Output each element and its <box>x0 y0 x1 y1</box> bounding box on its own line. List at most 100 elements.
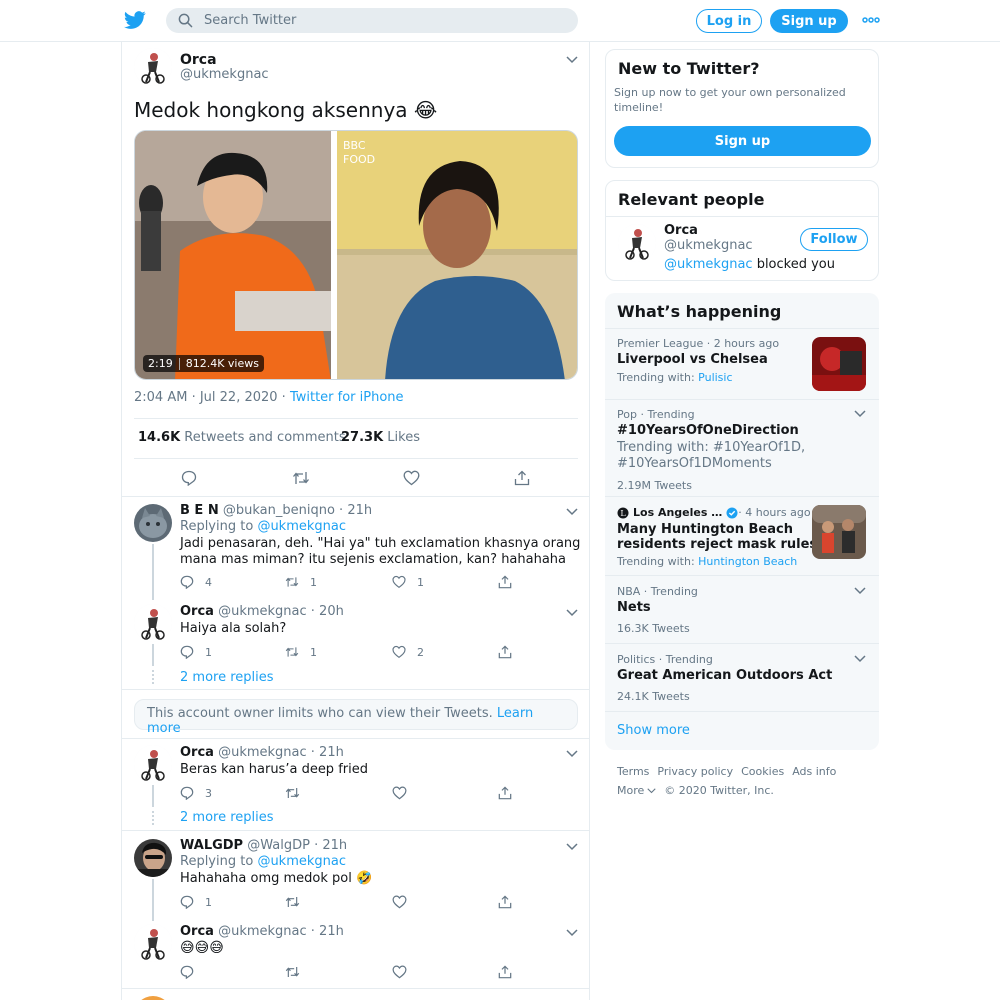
replying-to-link[interactable]: @ukmekgnac <box>257 519 346 534</box>
share-icon[interactable] <box>498 786 512 800</box>
sidebar-signup-button[interactable]: Sign up <box>614 126 871 156</box>
more-replies-link[interactable]: 2 more replies <box>180 810 274 825</box>
reply-header[interactable]: B E N @bukan_beniqno · 21h <box>180 503 372 518</box>
avatar[interactable] <box>134 604 172 642</box>
reply-author-name[interactable]: Orca <box>180 604 214 619</box>
retweet-icon[interactable] <box>285 895 300 909</box>
trend-item[interactable]: Pop · Trending #10YearsOfOneDirection Tr… <box>605 399 879 496</box>
retweet-icon[interactable] <box>292 470 310 486</box>
avatar[interactable] <box>134 924 172 962</box>
twitter-logo-icon[interactable] <box>124 9 146 31</box>
footer-link-ads-info[interactable]: Ads info <box>792 765 836 778</box>
reply-icon[interactable] <box>180 965 194 979</box>
avatar[interactable] <box>134 48 172 86</box>
footer-more[interactable]: More <box>617 784 656 797</box>
show-more-link[interactable]: Show more <box>617 723 690 738</box>
tweet-source-link[interactable]: Twitter for iPhone <box>290 390 404 405</box>
reply-header[interactable]: WALGDP @WalgDP · 21h <box>180 838 347 853</box>
reply-icon[interactable] <box>181 470 197 486</box>
share-icon[interactable] <box>498 965 512 979</box>
trend-item[interactable]: NBA · Trending Nets 16.3K Tweets <box>605 575 879 643</box>
avatar[interactable] <box>134 839 172 877</box>
trend-item[interactable]: Premier League · 2 hours ago Liverpool v… <box>605 328 879 399</box>
likes-stat[interactable]: 27.3K Likes <box>341 430 420 445</box>
reply-header[interactable]: Orca @ukmekgnac · 20h <box>180 604 344 619</box>
person-status-handle[interactable]: @ukmekgnac <box>664 257 753 272</box>
reply-action-retweet[interactable]: 1 <box>285 575 317 589</box>
reply-action-like[interactable]: 2 <box>392 645 424 659</box>
chevron-down-icon[interactable] <box>854 410 866 418</box>
reply-action-like[interactable]: 1 <box>392 575 424 589</box>
reply-action-reply[interactable]: 4 <box>180 575 212 589</box>
like-icon[interactable] <box>403 470 420 486</box>
trend-thumbnail <box>812 505 866 559</box>
reply-action-retweet[interactable]: 1 <box>285 645 317 659</box>
tweet-text: Medok hongkong aksennya 😂 <box>134 98 438 122</box>
replying-to-label: Replying to <box>180 519 254 534</box>
reply-author-name[interactable]: Orca <box>180 924 214 939</box>
author-name[interactable]: Orca <box>180 52 217 68</box>
reply-author-name[interactable]: B E N <box>180 503 219 518</box>
signup-button[interactable]: Sign up <box>770 9 848 33</box>
chevron-down-icon[interactable] <box>854 587 866 595</box>
person-handle[interactable]: @ukmekgnac <box>664 238 753 253</box>
search-bar[interactable] <box>166 8 578 33</box>
retweet-icon[interactable] <box>285 965 300 979</box>
reply-author-meta[interactable]: @ukmekgnac · 21h <box>218 924 344 939</box>
retweets-stat[interactable]: 14.6K Retweets and comments <box>138 430 346 445</box>
reply-header[interactable]: Orca @ukmekgnac · 21h <box>180 745 344 760</box>
reply-author-meta[interactable]: @ukmekgnac · 21h <box>218 745 344 760</box>
share-icon[interactable] <box>498 645 512 659</box>
login-button[interactable]: Log in <box>696 9 762 33</box>
chevron-down-icon[interactable] <box>566 929 578 937</box>
avatar[interactable] <box>134 504 172 542</box>
chevron-down-icon[interactable] <box>566 56 578 64</box>
thread-line <box>152 785 154 807</box>
chevron-down-icon[interactable] <box>854 655 866 663</box>
search-icon <box>178 13 193 28</box>
retweet-icon[interactable] <box>285 786 300 800</box>
reply-text: Beras kan harus’a deep fried <box>180 762 368 777</box>
trend-item[interactable]: L Los Angeles … · 4 hours ago Many Hunti… <box>605 496 879 575</box>
like-icon[interactable] <box>392 895 407 909</box>
new-to-twitter-title: New to Twitter? <box>618 59 760 78</box>
trend-with-link[interactable]: Pulisic <box>698 371 732 384</box>
tweet-video[interactable]: BBC FOOD 2:19 812.4K views <box>134 130 578 380</box>
trend-with-link[interactable]: Huntington Beach <box>698 555 797 568</box>
chevron-down-icon[interactable] <box>566 750 578 758</box>
footer-link-cookies[interactable]: Cookies <box>741 765 784 778</box>
show-more-row[interactable]: Show more <box>605 711 879 750</box>
search-input[interactable] <box>204 10 564 31</box>
reply-author-meta[interactable]: @WalgDP · 21h <box>247 838 347 853</box>
footer-link-terms[interactable]: Terms <box>617 765 649 778</box>
more-options-icon[interactable] <box>862 13 880 27</box>
like-icon[interactable] <box>392 786 407 800</box>
person-name[interactable]: Orca <box>664 223 698 238</box>
like-icon[interactable] <box>392 965 407 979</box>
author-handle[interactable]: @ukmekgnac <box>180 67 269 82</box>
avatar[interactable] <box>134 745 172 783</box>
tweet-timestamp[interactable]: 2:04 AM · Jul 22, 2020 · <box>134 390 290 405</box>
chevron-down-icon[interactable] <box>566 609 578 617</box>
chevron-down-icon[interactable] <box>566 508 578 516</box>
share-icon[interactable] <box>498 895 512 909</box>
reply-action-reply[interactable]: 1 <box>180 895 212 909</box>
replying-to-link[interactable]: @ukmekgnac <box>257 854 346 869</box>
reply-author-name[interactable]: WALGDP <box>180 838 243 853</box>
chevron-down-icon[interactable] <box>566 843 578 851</box>
reply-header[interactable]: Orca @ukmekgnac · 21h <box>180 924 344 939</box>
reply-author-meta[interactable]: @bukan_beniqno · 21h <box>223 503 372 518</box>
share-icon[interactable] <box>514 470 530 486</box>
avatar[interactable] <box>618 224 656 262</box>
reply-action-reply[interactable]: 1 <box>180 645 212 659</box>
avatar[interactable] <box>134 996 172 1000</box>
reply-action-reply[interactable]: 3 <box>180 786 212 800</box>
reply-author-meta[interactable]: @ukmekgnac · 20h <box>218 604 344 619</box>
trend-thumbnail <box>812 337 866 391</box>
more-replies-link[interactable]: 2 more replies <box>180 670 274 685</box>
trend-item[interactable]: Politics · Trending Great American Outdo… <box>605 643 879 711</box>
follow-button[interactable]: Follow <box>800 228 868 251</box>
reply-author-name[interactable]: Orca <box>180 745 214 760</box>
footer-link-privacy[interactable]: Privacy policy <box>657 765 733 778</box>
share-icon[interactable] <box>498 575 512 589</box>
